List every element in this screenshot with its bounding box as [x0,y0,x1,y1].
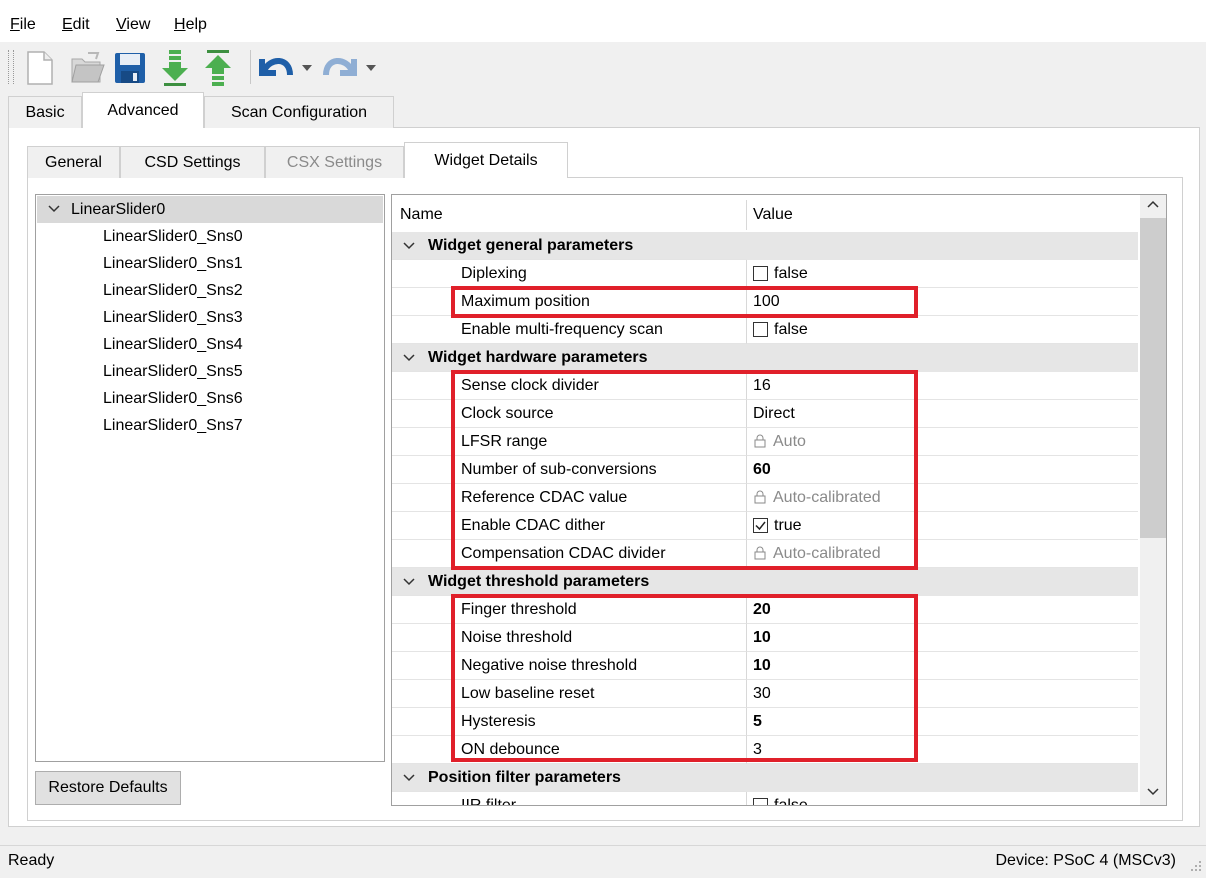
open-icon[interactable] [68,48,108,88]
grid-header: Name Value [392,200,1138,230]
tree-item-sensor[interactable]: LinearSlider0_Sns5 [103,358,243,385]
menu-help[interactable]: Help [174,16,207,34]
status-text: Ready [8,852,55,869]
highlight-box [451,370,918,570]
highlight-box [451,286,918,318]
property-row[interactable]: Diplexing false [392,260,1138,288]
group-row[interactable]: Widget hardware parameters [392,344,1138,372]
property-row[interactable]: Enable multi-frequency scan false [392,316,1138,344]
tab-basic[interactable]: Basic [8,96,82,128]
group-row[interactable]: Position filter parameters [392,764,1138,792]
menu-file[interactable]: File [10,16,36,34]
chevron-up-icon[interactable] [1145,198,1161,217]
device-label: Device: PSoC 4 (MSCv3) [995,852,1177,869]
tree-item-linearslider0[interactable]: LinearSlider0 [37,196,383,223]
tab-advanced[interactable]: Advanced [82,92,204,128]
tree-item-sensor[interactable]: LinearSlider0_Sns2 [103,277,243,304]
toolbar-separator [250,50,251,84]
redo-dropdown-icon[interactable] [360,48,382,88]
export-icon[interactable] [198,48,238,88]
tab-widget-details[interactable]: Widget Details [404,142,568,178]
status-bar: Ready Device: PSoC 4 (MSCv3) [0,845,1206,878]
tab-csx-settings: CSX Settings [265,146,404,178]
tree-item-sensor[interactable]: LinearSlider0_Sns6 [103,385,243,412]
tree-item-sensor[interactable]: LinearSlider0_Sns4 [103,331,243,358]
checkbox[interactable] [753,798,768,805]
resize-grip-icon[interactable] [1188,858,1202,877]
toolbar-grip[interactable] [8,50,14,84]
tab-general[interactable]: General [27,146,120,178]
column-header-name[interactable]: Name [392,200,747,230]
column-header-value[interactable]: Value [747,200,1138,230]
new-icon[interactable] [20,48,60,88]
tree-item-sensor[interactable]: LinearSlider0_Sns0 [103,223,243,250]
tree-item-sensor[interactable]: LinearSlider0_Sns1 [103,250,243,277]
highlight-box [451,594,918,762]
checkbox[interactable] [753,322,768,337]
save-icon[interactable] [110,48,150,88]
restore-defaults-button[interactable]: Restore Defaults [35,771,181,805]
property-row[interactable]: IIR filter false [392,792,1138,805]
widget-tree[interactable]: LinearSlider0 LinearSlider0_Sns0 LinearS… [35,194,385,762]
undo-dropdown-icon[interactable] [296,48,318,88]
chevron-down-icon[interactable] [1145,784,1161,803]
tab-csd-settings[interactable]: CSD Settings [120,146,265,178]
group-row[interactable]: Widget threshold parameters [392,568,1138,596]
menu-edit[interactable]: Edit [62,16,90,34]
toolbar [0,42,1206,94]
tree-item-sensor[interactable]: LinearSlider0_Sns7 [103,412,243,439]
menu-bar: File Edit View Help [0,0,1206,42]
tab-scan-configuration[interactable]: Scan Configuration [204,96,394,128]
scrollbar-thumb[interactable] [1140,218,1166,538]
property-grid[interactable]: Name Value Widget general parameters Dip… [391,194,1167,806]
redo-icon[interactable] [320,48,360,88]
group-row[interactable]: Widget general parameters [392,232,1138,260]
import-icon[interactable] [155,48,195,88]
chevron-down-icon[interactable] [47,196,61,232]
checkbox[interactable] [753,266,768,281]
tree-item-sensor[interactable]: LinearSlider0_Sns3 [103,304,243,331]
menu-view[interactable]: View [116,16,150,34]
undo-icon[interactable] [256,48,296,88]
